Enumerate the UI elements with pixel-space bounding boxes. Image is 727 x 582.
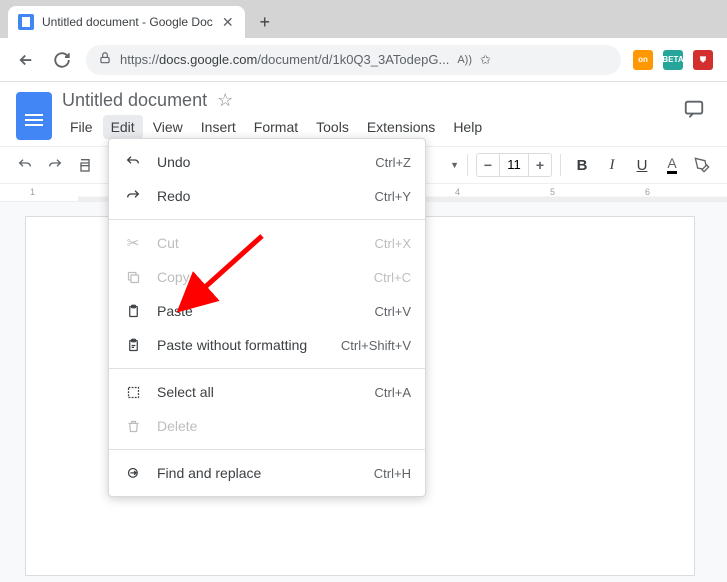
font-size-increase[interactable]: + bbox=[529, 157, 551, 173]
menu-undo[interactable]: Undo Ctrl+Z bbox=[109, 145, 425, 179]
ruler-tick: 6 bbox=[645, 187, 650, 197]
comments-icon[interactable] bbox=[683, 98, 705, 126]
ruler-tick: 5 bbox=[550, 187, 555, 197]
tab-title: Untitled document - Google Doc bbox=[42, 15, 213, 29]
menu-help[interactable]: Help bbox=[445, 115, 490, 139]
highlight-button[interactable] bbox=[689, 152, 715, 178]
edit-dropdown-menu: Undo Ctrl+Z Redo Ctrl+Y ✂ Cut Ctrl+X Cop… bbox=[108, 138, 426, 497]
address-bar[interactable]: https://docs.google.com/document/d/1k0Q3… bbox=[86, 45, 621, 75]
font-dropdown-arrow-icon[interactable]: ▼ bbox=[450, 160, 459, 170]
browser-chrome: Untitled document - Google Doc ✕ + https… bbox=[0, 0, 727, 82]
back-button[interactable] bbox=[14, 48, 38, 72]
document-title[interactable]: Untitled document bbox=[62, 90, 207, 111]
copy-icon bbox=[123, 270, 143, 285]
tab-close-button[interactable]: ✕ bbox=[221, 15, 235, 29]
menu-tools[interactable]: Tools bbox=[308, 115, 357, 139]
undo-icon bbox=[123, 154, 143, 170]
browser-tab[interactable]: Untitled document - Google Doc ✕ bbox=[8, 6, 245, 38]
ruler-tick: 4 bbox=[455, 187, 460, 197]
tab-bar: Untitled document - Google Doc ✕ + bbox=[0, 0, 727, 38]
menu-paste[interactable]: Paste Ctrl+V bbox=[109, 294, 425, 328]
menu-select-all[interactable]: Select all Ctrl+A bbox=[109, 375, 425, 409]
star-icon[interactable]: ☆ bbox=[217, 90, 233, 111]
italic-button[interactable]: I bbox=[599, 152, 625, 178]
extension-icon-3[interactable]: ⛊ bbox=[693, 50, 713, 70]
docs-logo-icon[interactable] bbox=[16, 92, 52, 140]
menu-bar: File Edit View Insert Format Tools Exten… bbox=[62, 115, 673, 139]
nav-bar: https://docs.google.com/document/d/1k0Q3… bbox=[0, 38, 727, 82]
cut-icon: ✂ bbox=[123, 234, 143, 252]
select-all-icon bbox=[123, 385, 143, 400]
font-size-value[interactable]: 11 bbox=[499, 154, 529, 176]
paste-plain-icon bbox=[123, 338, 143, 353]
delete-icon bbox=[123, 419, 143, 434]
menu-delete: Delete bbox=[109, 409, 425, 443]
font-size-control: − 11 + bbox=[476, 153, 552, 177]
menu-extensions[interactable]: Extensions bbox=[359, 115, 443, 139]
extension-icons: on BETA ⛊ bbox=[633, 50, 713, 70]
read-aloud-icon[interactable]: A)) bbox=[457, 54, 472, 66]
find-replace-icon bbox=[123, 466, 143, 481]
menu-cut: ✂ Cut Ctrl+X bbox=[109, 226, 425, 260]
refresh-button[interactable] bbox=[50, 48, 74, 72]
menu-file[interactable]: File bbox=[62, 115, 101, 139]
menu-edit[interactable]: Edit bbox=[103, 115, 143, 139]
url-text: https://docs.google.com/document/d/1k0Q3… bbox=[120, 52, 449, 67]
docs-header: Untitled document ☆ File Edit View Inser… bbox=[0, 82, 727, 140]
docs-favicon bbox=[18, 14, 34, 30]
paste-icon bbox=[123, 304, 143, 319]
text-color-button[interactable]: A bbox=[659, 152, 685, 178]
menu-find-replace[interactable]: Find and replace Ctrl+H bbox=[109, 456, 425, 490]
menu-paste-without-formatting[interactable]: Paste without formatting Ctrl+Shift+V bbox=[109, 328, 425, 362]
font-size-decrease[interactable]: − bbox=[477, 157, 499, 173]
menu-format[interactable]: Format bbox=[246, 115, 306, 139]
extension-icon-1[interactable]: on bbox=[633, 50, 653, 70]
new-tab-button[interactable]: + bbox=[251, 8, 279, 36]
menu-redo[interactable]: Redo Ctrl+Y bbox=[109, 179, 425, 213]
menu-insert[interactable]: Insert bbox=[193, 115, 244, 139]
menu-view[interactable]: View bbox=[145, 115, 191, 139]
underline-button[interactable]: U bbox=[629, 152, 655, 178]
favorite-star-icon[interactable]: ✩ bbox=[480, 52, 491, 68]
bold-button[interactable]: B bbox=[569, 152, 595, 178]
extension-icon-2[interactable]: BETA bbox=[663, 50, 683, 70]
ruler-tick: 1 bbox=[30, 187, 35, 197]
menu-copy: Copy Ctrl+C bbox=[109, 260, 425, 294]
undo-button[interactable] bbox=[12, 152, 38, 178]
redo-button[interactable] bbox=[42, 152, 68, 178]
print-button[interactable] bbox=[72, 152, 98, 178]
redo-icon bbox=[123, 188, 143, 204]
site-lock-icon bbox=[98, 51, 112, 68]
